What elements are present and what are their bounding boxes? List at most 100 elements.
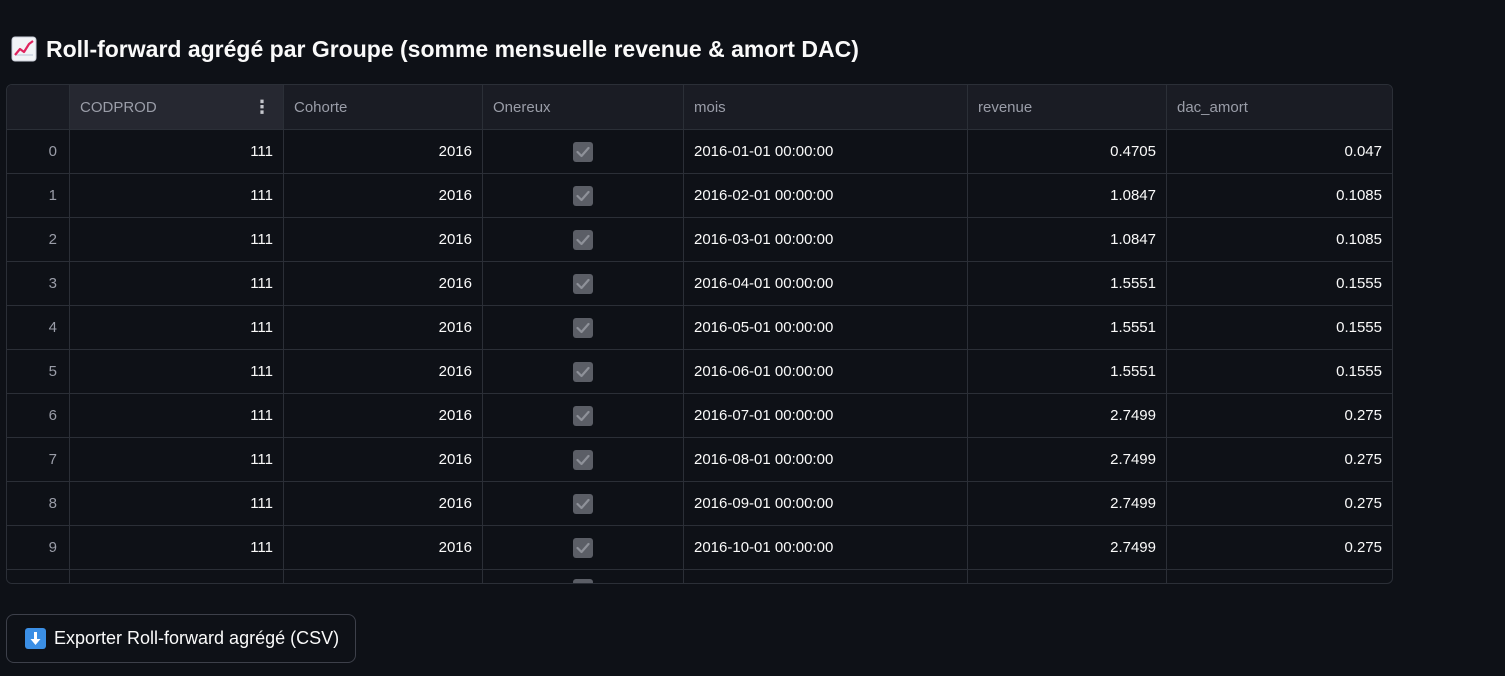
onereux-cell[interactable]: [483, 526, 684, 569]
cohorte-cell[interactable]: 2016: [284, 350, 483, 393]
codprod-cell[interactable]: 111: [70, 438, 284, 481]
mois-cell[interactable]: 2016-06-01 00:00:00: [684, 350, 968, 393]
cohorte-cell[interactable]: 2016: [284, 306, 483, 349]
table-row[interactable]: 4 111 2016 2016-05-01 00:00:00 1.5551 0.1555: [7, 306, 1392, 350]
mois-cell[interactable]: 2016-09-01 00:00:00: [684, 482, 968, 525]
column-header-onereux[interactable]: Onereux: [483, 85, 684, 129]
checkbox-checked-icon[interactable]: [573, 185, 593, 206]
dac-amort-cell: [1167, 570, 1392, 583]
codprod-cell[interactable]: 111: [70, 130, 284, 173]
mois-cell[interactable]: 2016-08-01 00:00:00: [684, 438, 968, 481]
dac-amort-cell[interactable]: 0.1085: [1167, 218, 1392, 261]
codprod-cell[interactable]: 111: [70, 174, 284, 217]
table-row[interactable]: 2 111 2016 2016-03-01 00:00:00 1.0847 0.1085: [7, 218, 1392, 262]
onereux-cell[interactable]: [483, 438, 684, 481]
column-header-revenue[interactable]: revenue: [968, 85, 1167, 129]
table-row[interactable]: 6 111 2016 2016-07-01 00:00:00 2.7499 0.275: [7, 394, 1392, 438]
codprod-cell[interactable]: 111: [70, 262, 284, 305]
dac-amort-cell[interactable]: 0.1555: [1167, 262, 1392, 305]
export-button-label: Exporter Roll-forward agrégé (CSV): [54, 628, 340, 648]
onereux-cell[interactable]: [483, 218, 684, 261]
dac-amort-cell[interactable]: 0.1555: [1167, 350, 1392, 393]
dac-amort-cell[interactable]: 0.047: [1167, 130, 1392, 173]
checkbox-checked-icon[interactable]: [573, 449, 593, 470]
revenue-cell[interactable]: 1.5551: [968, 306, 1167, 349]
table-header: CODPROD ⋮ Cohorte Onereux mois revenue d…: [7, 85, 1392, 130]
codprod-cell[interactable]: 111: [70, 394, 284, 437]
checkbox-checked-icon[interactable]: [573, 405, 593, 426]
checkbox-checked-icon[interactable]: [573, 141, 593, 162]
dac-amort-cell[interactable]: 0.275: [1167, 394, 1392, 437]
onereux-cell[interactable]: [483, 306, 684, 349]
dac-amort-cell[interactable]: 0.1555: [1167, 306, 1392, 349]
dac-amort-cell[interactable]: 0.1085: [1167, 174, 1392, 217]
revenue-cell[interactable]: 2.7499: [968, 394, 1167, 437]
row-index-cell: 1: [7, 174, 70, 217]
codprod-cell[interactable]: 111: [70, 482, 284, 525]
revenue-cell[interactable]: 1.0847: [968, 218, 1167, 261]
checkbox-checked-icon[interactable]: [573, 537, 593, 558]
checkbox-checked-icon[interactable]: [573, 317, 593, 338]
codprod-cell[interactable]: 111: [70, 526, 284, 569]
mois-cell[interactable]: 2016-02-01 00:00:00: [684, 174, 968, 217]
table-row[interactable]: 7 111 2016 2016-08-01 00:00:00 2.7499 0.275: [7, 438, 1392, 482]
revenue-cell[interactable]: 2.7499: [968, 526, 1167, 569]
section-title: Roll-forward agrégé par Groupe (somme me…: [11, 32, 859, 66]
row-index-cell: 3: [7, 262, 70, 305]
column-header-index: [7, 85, 70, 129]
onereux-cell[interactable]: [483, 394, 684, 437]
revenue-cell[interactable]: 0.4705: [968, 130, 1167, 173]
row-index-cell: 4: [7, 306, 70, 349]
dac-amort-cell[interactable]: 0.275: [1167, 526, 1392, 569]
onereux-cell[interactable]: [483, 482, 684, 525]
mois-cell[interactable]: 2016-03-01 00:00:00: [684, 218, 968, 261]
checkbox-checked-icon[interactable]: [573, 493, 593, 514]
column-header-codprod[interactable]: CODPROD ⋮: [70, 85, 284, 129]
checkbox-checked-icon[interactable]: [573, 361, 593, 382]
mois-cell[interactable]: 2016-05-01 00:00:00: [684, 306, 968, 349]
cohorte-cell[interactable]: 2016: [284, 526, 483, 569]
table-row[interactable]: 8 111 2016 2016-09-01 00:00:00 2.7499 0.275: [7, 482, 1392, 526]
cohorte-cell[interactable]: 2016: [284, 262, 483, 305]
data-grid[interactable]: CODPROD ⋮ Cohorte Onereux mois revenue d…: [6, 84, 1393, 584]
mois-cell: [684, 570, 968, 583]
mois-cell[interactable]: 2016-10-01 00:00:00: [684, 526, 968, 569]
cohorte-cell[interactable]: 2016: [284, 218, 483, 261]
codprod-cell[interactable]: 111: [70, 218, 284, 261]
export-csv-button[interactable]: Exporter Roll-forward agrégé (CSV): [6, 614, 356, 663]
cohorte-cell[interactable]: 2016: [284, 482, 483, 525]
column-header-dac-amort[interactable]: dac_amort: [1167, 85, 1392, 129]
revenue-cell[interactable]: 1.0847: [968, 174, 1167, 217]
column-header-mois[interactable]: mois: [684, 85, 968, 129]
row-index-cell: 9: [7, 526, 70, 569]
revenue-cell[interactable]: 2.7499: [968, 482, 1167, 525]
mois-cell[interactable]: 2016-07-01 00:00:00: [684, 394, 968, 437]
onereux-cell[interactable]: [483, 262, 684, 305]
codprod-cell[interactable]: 111: [70, 350, 284, 393]
revenue-cell[interactable]: 1.5551: [968, 262, 1167, 305]
onereux-cell[interactable]: [483, 350, 684, 393]
table-row[interactable]: 1 111 2016 2016-02-01 00:00:00 1.0847 0.1085: [7, 174, 1392, 218]
checkbox-checked-icon[interactable]: [573, 273, 593, 294]
column-header-cohorte[interactable]: Cohorte: [284, 85, 483, 129]
mois-cell[interactable]: 2016-04-01 00:00:00: [684, 262, 968, 305]
chart-increasing-icon: [11, 36, 37, 62]
table-row[interactable]: 5 111 2016 2016-06-01 00:00:00 1.5551 0.1555: [7, 350, 1392, 394]
cohorte-cell[interactable]: 2016: [284, 174, 483, 217]
cohorte-cell[interactable]: 2016: [284, 394, 483, 437]
dac-amort-cell[interactable]: 0.275: [1167, 438, 1392, 481]
revenue-cell[interactable]: 1.5551: [968, 350, 1167, 393]
mois-cell[interactable]: 2016-01-01 00:00:00: [684, 130, 968, 173]
cohorte-cell[interactable]: 2016: [284, 438, 483, 481]
codprod-cell[interactable]: 111: [70, 306, 284, 349]
table-row[interactable]: 3 111 2016 2016-04-01 00:00:00 1.5551 0.1555: [7, 262, 1392, 306]
dac-amort-cell[interactable]: 0.275: [1167, 482, 1392, 525]
checkbox-checked-icon[interactable]: [573, 229, 593, 250]
table-row[interactable]: 9 111 2016 2016-10-01 00:00:00 2.7499 0.275: [7, 526, 1392, 570]
cohorte-cell[interactable]: 2016: [284, 130, 483, 173]
revenue-cell[interactable]: 2.7499: [968, 438, 1167, 481]
column-menu-icon[interactable]: ⋮: [253, 98, 273, 116]
onereux-cell[interactable]: [483, 130, 684, 173]
onereux-cell[interactable]: [483, 174, 684, 217]
table-row[interactable]: 0 111 2016 2016-01-01 00:00:00 0.4705 0.047: [7, 130, 1392, 174]
